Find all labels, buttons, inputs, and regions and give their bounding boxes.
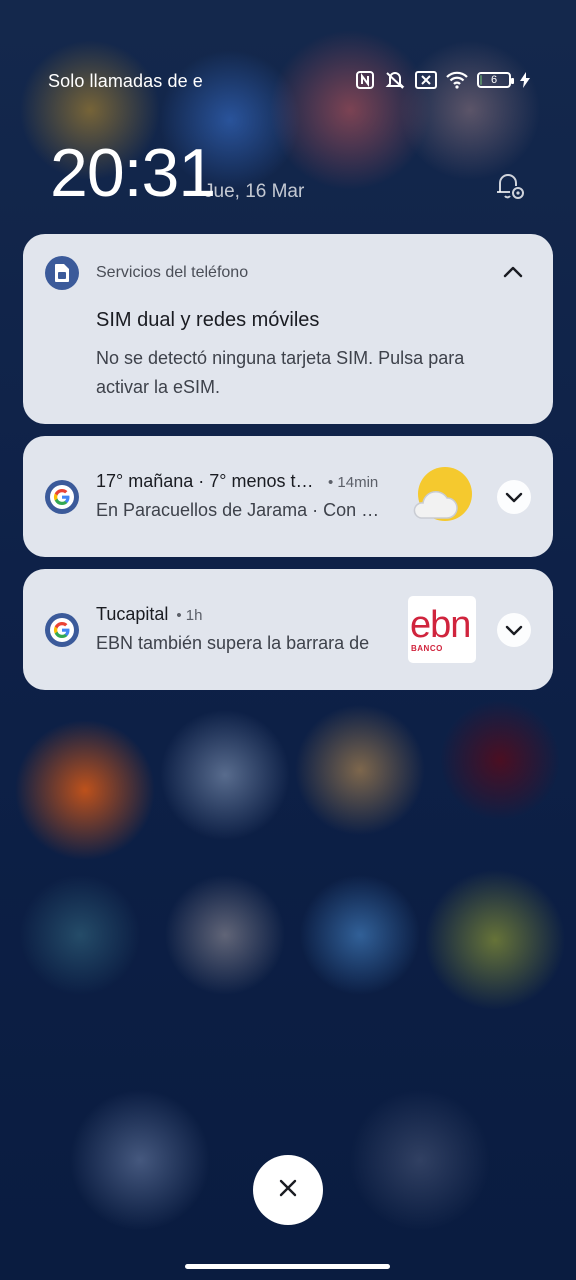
notification-title: Tucapital — [96, 604, 169, 624]
no-sim-icon — [415, 71, 437, 89]
close-icon — [278, 1178, 298, 1203]
chevron-down-icon[interactable] — [497, 613, 531, 647]
notification-time: • 14min — [328, 474, 379, 491]
battery-nub — [511, 78, 514, 84]
notification-body: No se detectó ninguna tarjeta SIM. Pulsa… — [96, 348, 465, 397]
battery-icon: 6 — [477, 72, 514, 88]
chevron-up-icon[interactable] — [495, 254, 531, 290]
google-icon — [45, 613, 79, 647]
notification-app-name: Servicios del teléfono — [96, 264, 249, 281]
nfc-icon — [355, 70, 375, 90]
lockscreen-clock: 20:31 — [50, 135, 216, 211]
notification-header: 17° mañana · 7° menos tarde • 14min — [96, 471, 378, 492]
ebn-logo-subtext: BANCO — [411, 644, 443, 653]
bell-gear-icon[interactable] — [492, 168, 528, 204]
ebn-banco-logo: ebn BANCO — [408, 596, 476, 663]
status-bar: Solo llamadas de e 6 — [48, 68, 530, 96]
notification-text: EBN también supera la barrara de — [96, 633, 370, 653]
battery-level: 6 — [490, 74, 498, 86]
notification-text: En Paracuellos de Jarama · Con nubes — [96, 500, 386, 520]
vibrate-off-icon — [384, 70, 406, 90]
notification-time: • 1h — [176, 607, 203, 624]
home-indicator[interactable] — [185, 1264, 390, 1269]
notification-news[interactable]: Tucapital • 1h EBN también supera la bar… — [23, 569, 553, 690]
notification-weather[interactable]: 17° mañana · 7° menos tarde • 14min En P… — [23, 436, 553, 557]
charging-bolt-icon — [520, 72, 530, 88]
notification-sim[interactable]: Servicios del teléfono SIM dual y redes … — [23, 234, 553, 424]
google-icon — [45, 480, 79, 514]
sim-card-icon — [45, 256, 79, 290]
notification-title: 17° mañana · 7° menos tarde — [96, 471, 320, 491]
status-icons: 6 — [355, 70, 530, 90]
chevron-down-icon[interactable] — [497, 480, 531, 514]
wifi-icon — [446, 71, 468, 89]
ebn-logo-text: ebn — [410, 604, 471, 646]
carrier-status-text: Solo llamadas de e — [48, 71, 203, 91]
notification-title: SIM dual y redes móviles — [96, 309, 320, 331]
partly-cloudy-icon — [411, 466, 473, 528]
notification-header: Tucapital • 1h — [96, 604, 202, 625]
clear-notifications-button[interactable] — [253, 1155, 323, 1225]
lockscreen-date: Jue, 16 Mar — [204, 181, 305, 202]
